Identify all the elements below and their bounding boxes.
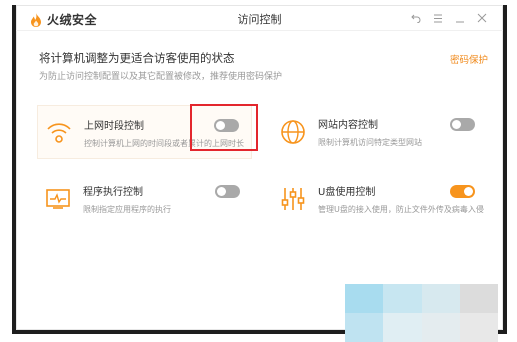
- card-website-content[interactable]: 网站内容控制 限制计算机访问特定类型网站: [272, 105, 487, 159]
- program-execution-toggle[interactable]: [215, 185, 240, 198]
- back-icon[interactable]: [405, 11, 427, 25]
- mosaic-cell: [383, 284, 422, 313]
- toggle-knob: [217, 187, 226, 196]
- card-title: U盘使用控制: [318, 187, 376, 198]
- internet-time-toggle[interactable]: [214, 119, 239, 132]
- card-title: 程序执行控制: [83, 187, 143, 198]
- card-title: 网站内容控制: [318, 120, 378, 131]
- mosaic-cell: [459, 284, 498, 313]
- card-description: 限制指定应用程序的执行: [83, 205, 171, 214]
- toggle-knob: [452, 120, 461, 129]
- mosaic-cell: [459, 313, 498, 342]
- page-subtitle: 为防止访问控制配置以及其它配置被修改，推荐使用密码保护: [39, 72, 283, 82]
- page-title: 将计算机调整为更适合访客使用的状态: [39, 51, 235, 65]
- close-icon[interactable]: [471, 11, 493, 25]
- mosaic-cell: [345, 313, 384, 342]
- website-content-toggle[interactable]: [450, 118, 475, 131]
- usb-control-toggle[interactable]: [450, 185, 475, 198]
- mosaic-cell: [421, 313, 460, 342]
- watermark-mosaic: [345, 284, 498, 342]
- title-bar: 火绒安全 访问控制: [16, 5, 503, 31]
- card-description: 管理U盘的接入使用，防止文件外传及病毒入侵: [318, 205, 484, 214]
- program-monitor-icon: [45, 186, 71, 212]
- globe-icon: [280, 119, 306, 145]
- toggle-knob: [216, 121, 225, 130]
- usb-sliders-icon: [280, 186, 306, 212]
- menu-icon[interactable]: [427, 11, 449, 25]
- card-usb-control[interactable]: U盘使用控制 管理U盘的接入使用，防止文件外传及病毒入侵: [272, 172, 487, 226]
- card-program-execution[interactable]: 程序执行控制 限制指定应用程序的执行: [37, 172, 252, 226]
- card-description: 控制计算机上网的时间段或者累计的上网时长: [84, 139, 244, 148]
- mosaic-cell: [383, 313, 422, 342]
- wifi-icon: [46, 120, 72, 146]
- mosaic-cell: [421, 284, 460, 313]
- card-title: 上网时段控制: [84, 121, 144, 132]
- password-protect-link[interactable]: 密码保护: [450, 52, 488, 66]
- minimize-icon[interactable]: [449, 11, 471, 25]
- card-description: 限制计算机访问特定类型网站: [318, 138, 422, 147]
- toggle-knob: [464, 187, 473, 196]
- card-internet-time[interactable]: 上网时段控制 控制计算机上网的时间段或者累计的上网时长: [37, 105, 252, 159]
- mosaic-cell: [345, 284, 384, 313]
- window-controls: [405, 11, 493, 25]
